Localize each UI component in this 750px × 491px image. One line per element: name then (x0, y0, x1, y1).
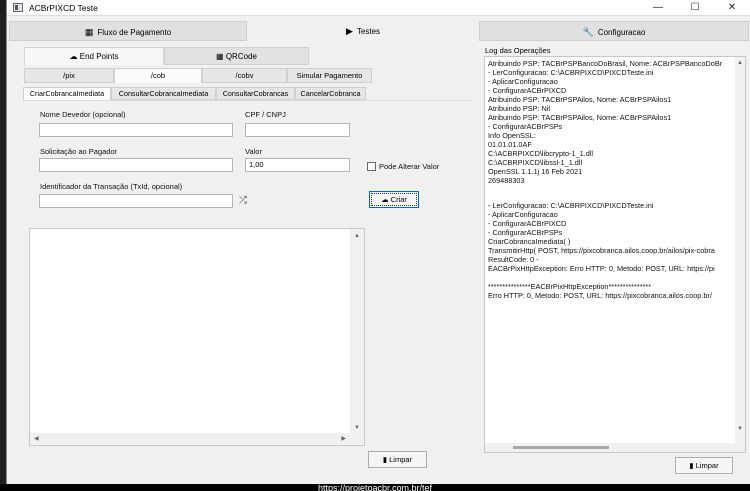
tab-simular-pagamento[interactable]: Simular Pagamento (287, 68, 372, 83)
txid-input[interactable] (39, 194, 233, 208)
cpf-cnpj-label: CPF / CNPJ (245, 110, 286, 119)
top-tab-bar: ▦ Fluxo de Pagamento ▶ Testes 🔧 Configuraca… (7, 21, 750, 41)
log-line: - LerConfiguracao: C:\ACBRPIXCD\PIXCDTes… (488, 68, 654, 77)
footer-url: https://projetoacbr.com.br/tef (0, 484, 750, 491)
scroll-right-icon[interactable]: ▶ (341, 435, 346, 442)
tab-testes[interactable]: ▶ Testes (247, 21, 479, 41)
nome-devedor-label: Nome Devedor (opcional) (40, 110, 126, 119)
log-line: Erro HTTP: 0, Metodo: POST, URL: https:/… (488, 291, 712, 300)
log-vertical-scrollbar[interactable]: ▲ ▼ (735, 57, 745, 452)
scroll-left-icon[interactable]: ◀ (34, 435, 39, 442)
response-memo[interactable]: ▲ ▼ ◀ ▶ (29, 228, 365, 446)
title-bar: ACBrPIXCD Teste — ☐ ✕ (7, 0, 750, 16)
log-line: Atribuindo PSP: Nil (488, 104, 551, 113)
log-line: 01.01.01.0AF (488, 140, 532, 149)
cpf-cnpj-input[interactable] (245, 123, 350, 137)
testes-panel: ☁ End Points ▦ QRCode /pix /cob /cobv Si… (9, 41, 479, 478)
limpar-left-button[interactable]: ▮ Limpar (368, 451, 427, 468)
pode-alterar-checkbox[interactable] (367, 162, 376, 171)
pode-alterar-label: Pode Alterar Valor (379, 162, 440, 171)
tab-consultar-cobranca-imediata[interactable]: ConsultarCobrancaImediata (111, 87, 216, 100)
log-line: TransmitirHttp( POST, https://pixcobranc… (488, 246, 715, 255)
qr-grid-icon: ▦ (84, 27, 94, 37)
log-line: ***************EACBrPixHttpException****… (488, 282, 652, 291)
solicitacao-label: Solicitação ao Pagador (40, 147, 118, 156)
eraser-icon: ▮ (689, 461, 694, 470)
tab-qrcode[interactable]: ▦ QRCode (164, 47, 309, 65)
scroll-down-icon[interactable]: ▼ (354, 425, 360, 431)
log-line: - ConfigurarACBrPIXCD (488, 86, 567, 95)
nome-devedor-input[interactable] (39, 123, 233, 137)
txid-label: Identificador da Transação (TxId, opcion… (40, 182, 183, 191)
log-line: - ConfigurarACBrPSPs (488, 122, 563, 131)
scroll-up-icon[interactable]: ▲ (737, 60, 743, 66)
log-line: - AplicarConfiguracao (488, 210, 558, 219)
scroll-down-icon[interactable]: ▼ (737, 426, 743, 432)
limpar-log-button[interactable]: ▮ Limpar (675, 457, 733, 474)
close-icon[interactable]: ✕ (717, 0, 747, 16)
tab-pix[interactable]: /pix (24, 68, 114, 83)
tab-fluxo-pagamento[interactable]: ▦ Fluxo de Pagamento (9, 21, 247, 41)
tab-cobv[interactable]: /cobv (202, 68, 287, 83)
scroll-up-icon[interactable]: ▲ (354, 233, 360, 239)
memo-horizontal-scrollbar[interactable]: ◀ ▶ (30, 433, 364, 445)
shuffle-icon[interactable]: ⤮ (239, 195, 247, 206)
play-icon: ▶ (345, 26, 353, 36)
log-line: OpenSSL 1.1.1j 16 Feb 2021 (488, 167, 583, 176)
log-line: - LerConfiguracao: C:\ACBRPIXCD\PIXCDTes… (488, 201, 654, 210)
tab-configuracao[interactable]: 🔧 Configuracao (479, 21, 749, 41)
valor-input[interactable]: 1,00 (245, 158, 350, 172)
scroll-thumb[interactable] (513, 446, 609, 449)
log-memo[interactable]: Atribuindo PSP: TACBrPSPBancoDoBrasil, N… (484, 56, 746, 453)
tab-criar-cobranca-imediata[interactable]: CriarCobrancaImediata (23, 87, 111, 100)
log-line: C:\ACBRPIXCD\libcrypto-1_1.dll (488, 149, 594, 158)
main-window: ACBrPIXCD Teste — ☐ ✕ ▦ Fluxo de Pagament… (6, 0, 750, 484)
tab-cancelar-cobranca[interactable]: CancelarCobranca (295, 87, 366, 100)
log-panel: Log das Operações Atribuindo PSP: TACBrP… (482, 43, 750, 480)
wrench-icon: 🔧 (582, 27, 594, 37)
tab-cob[interactable]: /cob (114, 68, 202, 83)
criar-button[interactable]: ☁ Criar (369, 191, 419, 208)
log-line: Info OpenSSL: (488, 131, 536, 140)
log-line: ResultCode: 0 - (488, 255, 539, 264)
tab-consultar-cobrancas[interactable]: ConsultarCobrancas (216, 87, 295, 100)
minimize-icon[interactable]: — (643, 0, 673, 16)
memo-vertical-scrollbar[interactable]: ▲ ▼ (350, 229, 364, 445)
log-line: - ConfigurarACBrPSPs (488, 228, 563, 237)
criar-cobranca-form: Nome Devedor (opcional) CPF / CNPJ Solic… (23, 100, 471, 220)
log-horizontal-scrollbar[interactable] (485, 443, 745, 452)
cloud-icon: ☁ (381, 195, 389, 204)
log-line: - ConfigurarACBrPIXCD (488, 219, 567, 228)
log-line: Atribuindo PSP: TACBrPSPAilos, Nome: ACB… (488, 113, 672, 122)
qr-grid-icon: ▦ (216, 52, 224, 61)
log-line: Atribuindo PSP: TACBrPSPAilos, Nome: ACB… (488, 95, 672, 104)
app-icon (13, 3, 23, 12)
tab-end-points[interactable]: ☁ End Points (24, 47, 164, 65)
maximize-icon[interactable]: ☐ (680, 0, 710, 16)
log-line: EACBrPixHttpException: Erro HTTP: 0, Met… (488, 264, 715, 273)
window-title: ACBrPIXCD Teste (29, 3, 98, 13)
cloud-icon: ☁ (69, 52, 78, 61)
log-line: C:\ACBRPIXCD\libssl-1_1.dll (488, 158, 583, 167)
solicitacao-input[interactable] (39, 158, 233, 172)
log-line: - AplicarConfiguracao (488, 77, 558, 86)
log-line: CriarCobrancaImediata( ) (488, 237, 571, 246)
log-label: Log das Operações (485, 46, 551, 55)
log-line: 269488303 (488, 176, 525, 185)
log-line: Atribuindo PSP: TACBrPSPBancoDoBrasil, N… (488, 59, 723, 68)
eraser-icon: ▮ (382, 455, 388, 464)
valor-label: Valor (245, 147, 262, 156)
